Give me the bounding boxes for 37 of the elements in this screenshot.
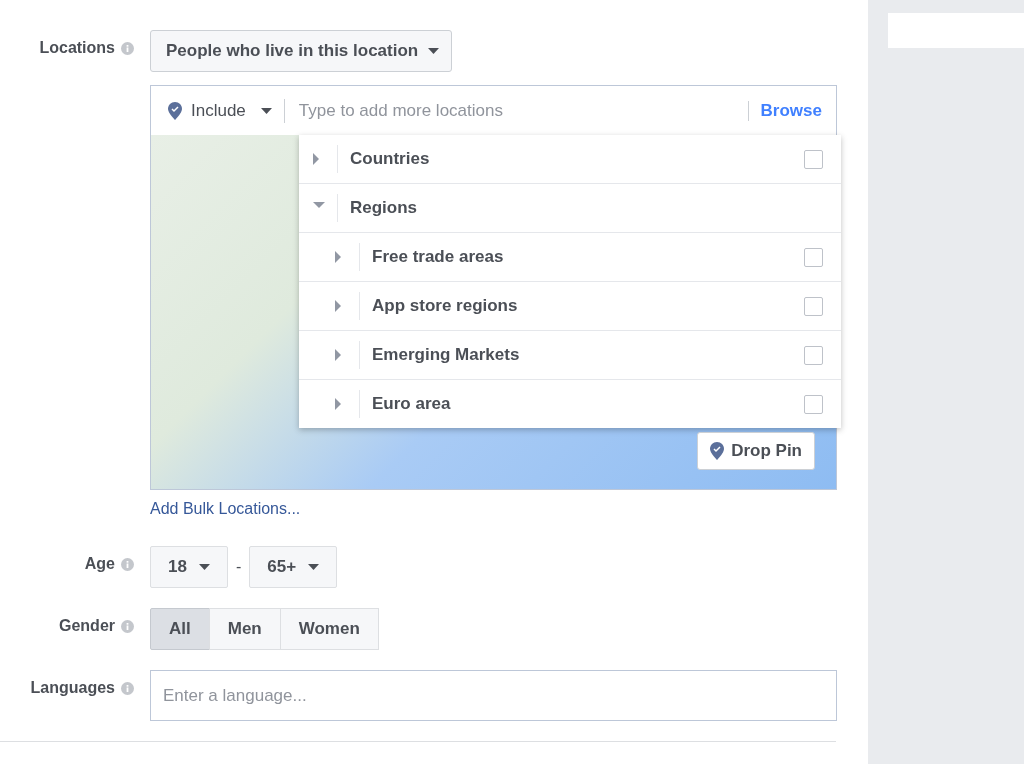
language-field[interactable]: Enter a language... — [150, 670, 837, 721]
field-label: Locations — [39, 39, 115, 57]
info-icon — [121, 558, 134, 571]
checkbox[interactable] — [804, 394, 823, 414]
tree-item[interactable]: App store regions — [299, 282, 841, 331]
checkbox[interactable] — [804, 247, 823, 267]
checkbox[interactable] — [804, 345, 823, 365]
info-icon — [121, 42, 134, 55]
min-age-dropdown[interactable]: 18 — [150, 546, 228, 588]
tree-item[interactable]: Euro area — [299, 380, 841, 428]
include-dropdown[interactable]: Include — [168, 98, 285, 123]
pin-icon — [710, 442, 725, 460]
caret-icon — [308, 564, 320, 570]
info-icon — [121, 620, 134, 633]
caret-icon — [198, 564, 210, 570]
add-bulk-locations-link[interactable]: Add Bulk Locations... — [150, 500, 301, 518]
field-label: Gender — [59, 617, 115, 635]
tree-item[interactable]: Regions — [299, 184, 841, 233]
field-label: Age — [84, 555, 115, 573]
gender-option[interactable]: Women — [279, 608, 379, 650]
browse-link[interactable]: Browse — [748, 100, 822, 121]
tree-item[interactable]: Emerging Markets — [299, 331, 841, 380]
age-separator: - — [235, 558, 242, 576]
gender-option[interactable]: All — [150, 608, 210, 650]
audience-dropdown[interactable]: People who live in this location — [150, 30, 453, 72]
checkbox[interactable] — [804, 149, 823, 169]
gender-option[interactable]: Men — [208, 608, 281, 650]
pin-icon — [168, 101, 182, 120]
tree-item[interactable]: Countries — [299, 135, 841, 184]
drop-pin-button[interactable]: Drop Pin — [697, 432, 815, 470]
tree-item[interactable]: Free trade areas — [299, 233, 841, 282]
caret-icon — [260, 107, 272, 114]
field-label: Languages — [30, 679, 115, 697]
info-icon — [121, 682, 134, 695]
max-age-dropdown[interactable]: 65+ — [249, 546, 338, 588]
checkbox[interactable] — [804, 296, 823, 316]
caret-icon — [428, 48, 440, 54]
